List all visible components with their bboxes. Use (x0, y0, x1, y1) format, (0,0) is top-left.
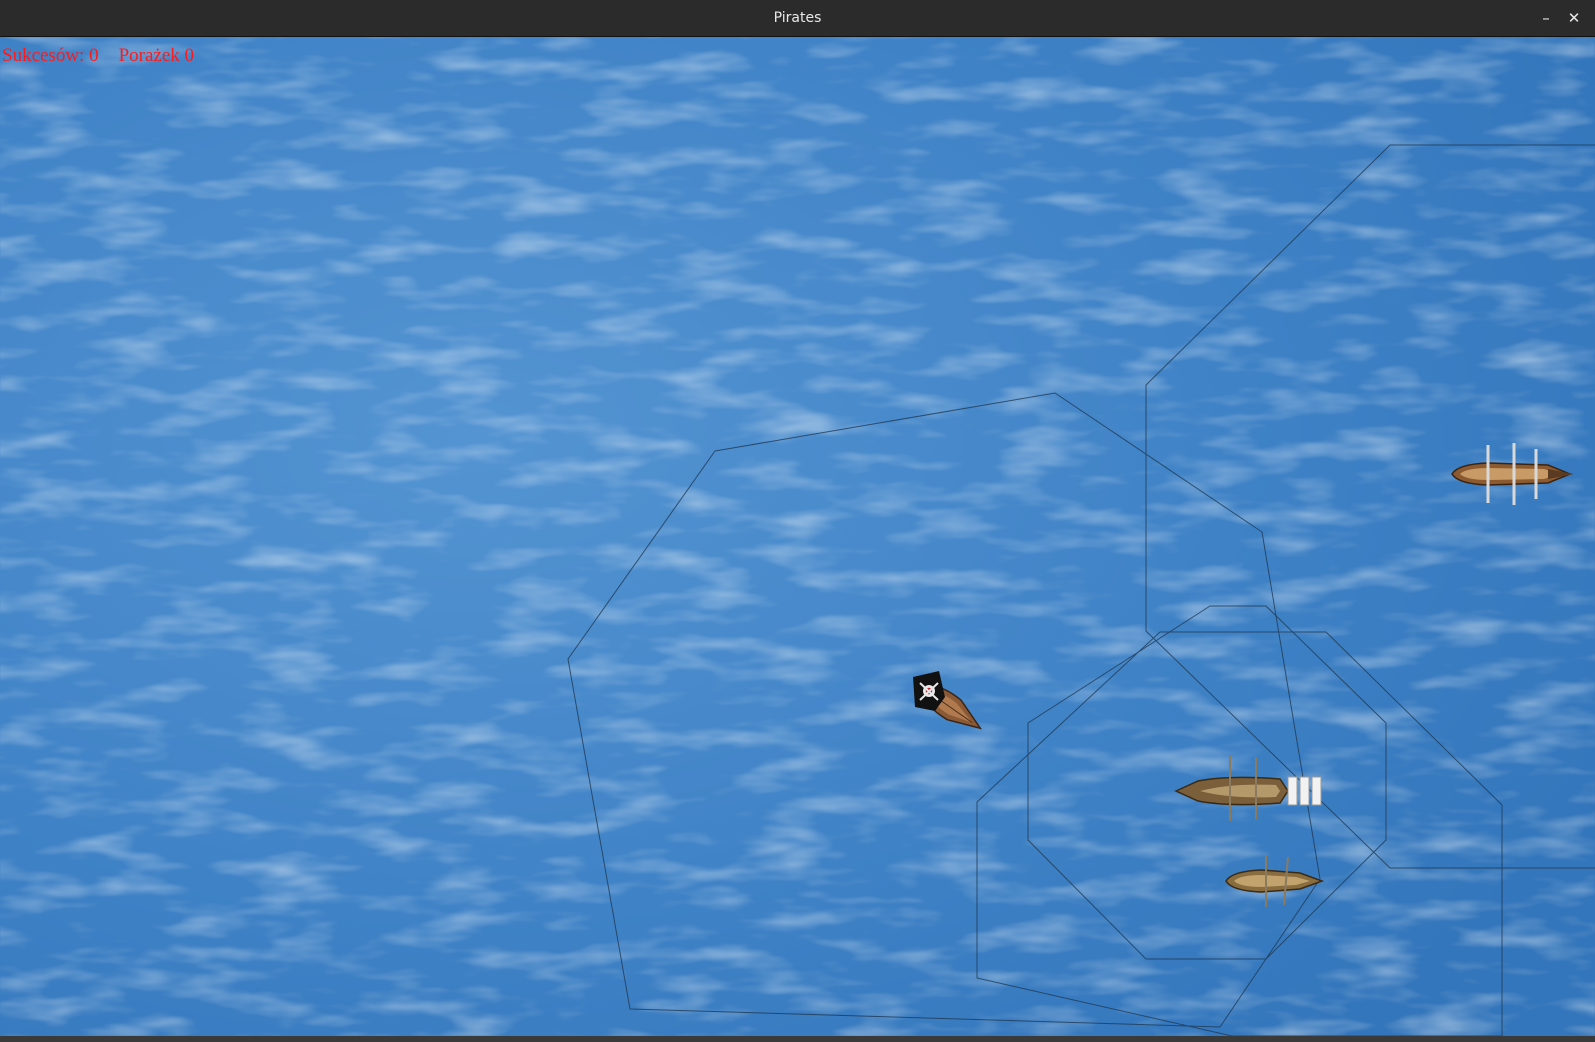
pirate-ship[interactable] (905, 667, 995, 747)
ide-bottom-bar (0, 1036, 1595, 1042)
merchant-ship-east[interactable] (1448, 439, 1578, 509)
minimize-icon[interactable]: – (1531, 0, 1561, 36)
successes-counter: Sukcesów: 0 (2, 45, 99, 66)
galleon-south[interactable] (1170, 753, 1330, 823)
game-canvas[interactable]: Sukcesów: 0 Porażek 0 (0, 37, 1595, 1036)
sea-background (0, 37, 1595, 1036)
window-title: Pirates (773, 10, 822, 26)
score-display: Sukcesów: 0 Porażek 0 (2, 45, 214, 67)
close-icon[interactable]: ✕ (1559, 0, 1589, 36)
small-boat-south[interactable] (1222, 851, 1332, 911)
failures-counter: Porażek 0 (118, 45, 195, 66)
window-titlebar[interactable]: Pirates – ✕ (0, 0, 1595, 37)
